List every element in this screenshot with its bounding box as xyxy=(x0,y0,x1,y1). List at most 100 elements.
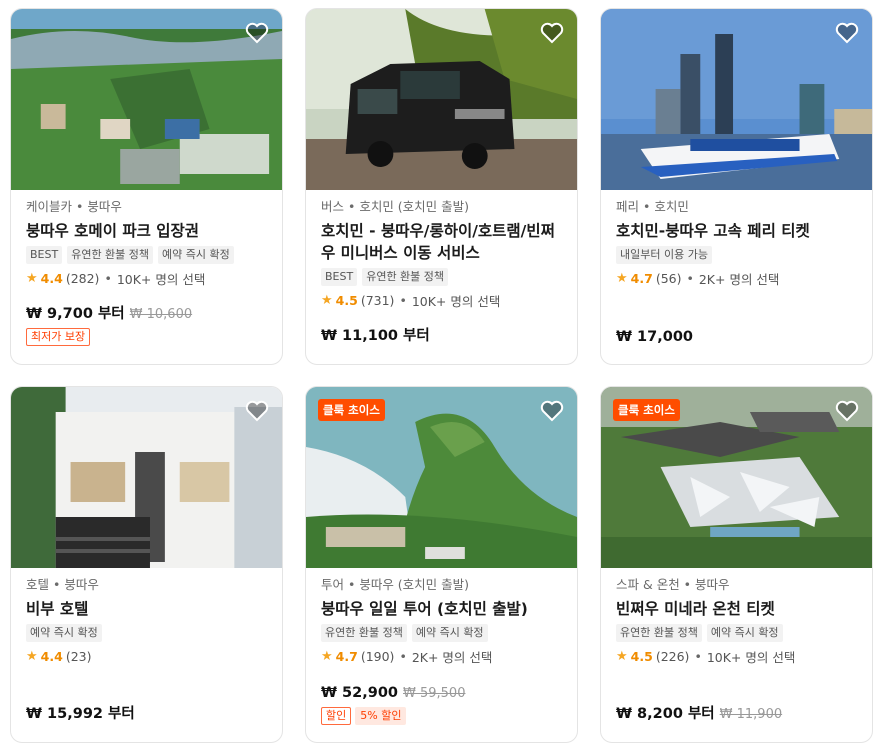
booked-count: 2K+ 명의 선택 xyxy=(698,271,780,287)
card-category: 페리 • 호치민 xyxy=(616,199,689,214)
separator-dot: • xyxy=(104,270,112,286)
review-count: (190) xyxy=(360,648,395,664)
card-title[interactable]: 붕따우 일일 투어 (호치민 출발) xyxy=(321,598,562,620)
rating-score: 4.5 xyxy=(335,292,358,308)
discount-percent: 5% 할인 xyxy=(355,707,407,725)
price: ₩ 17,000 xyxy=(616,329,693,345)
separator-dot: • xyxy=(399,648,407,664)
rating-score: 4.7 xyxy=(335,648,358,664)
product-image: 클룩 초이스 xyxy=(601,387,872,568)
wishlist-heart-icon[interactable] xyxy=(244,399,270,423)
card-category: 버스 • 호치민 (호치민 출발) xyxy=(321,199,470,214)
tag: 예약 즉시 확정 xyxy=(706,624,783,642)
product-image xyxy=(11,9,282,190)
tag: BEST xyxy=(26,246,63,264)
product-card[interactable]: 케이블카 • 붕따우 붕따우 호메이 파크 입장권 BEST 유연한 환불 정책… xyxy=(10,8,283,365)
star-icon: ★ xyxy=(321,292,333,308)
price-row: ₩ 8,200 부터 ₩ 11,900 xyxy=(616,702,782,723)
product-card[interactable]: 버스 • 호치민 (호치민 출발) 호치민 - 붕따우/롱하이/호트램/빈쩌우 … xyxy=(305,8,578,365)
wishlist-heart-icon[interactable] xyxy=(834,399,860,423)
rating-row: ★ 4.7 (190) • 2K+ 명의 선택 xyxy=(321,647,562,665)
card-title[interactable]: 빈쩌우 미네라 온천 티켓 xyxy=(616,598,857,620)
tag: 유연한 환불 정책 xyxy=(362,268,449,286)
product-image xyxy=(601,9,872,190)
star-icon: ★ xyxy=(26,270,38,286)
price-row: ₩ 9,700 부터 ₩ 10,600 xyxy=(26,302,192,323)
booked-count: 2K+ 명의 선택 xyxy=(411,649,493,665)
best-price-badge: 최저가 보장 xyxy=(26,328,91,346)
card-title[interactable]: 호치민 - 붕따우/롱하이/호트램/빈쩌우 미니버스 이동 서비스 xyxy=(321,220,562,264)
tag-list: BEST 유연한 환불 정책 xyxy=(321,268,562,286)
original-price: ₩ 10,600 xyxy=(129,307,193,322)
rating-score: 4.4 xyxy=(40,270,63,286)
price-row: ₩ 52,900 ₩ 59,500 xyxy=(321,685,465,701)
tag-list: 유연한 환불 정책 예약 즉시 확정 xyxy=(616,624,857,642)
card-title[interactable]: 붕따우 호메이 파크 입장권 xyxy=(26,220,267,242)
original-price: ₩ 59,500 xyxy=(403,686,466,701)
rating-row: ★ 4.4 (282) • 10K+ 명의 선택 xyxy=(26,269,267,287)
card-title[interactable]: 호치민-붕따우 고속 페리 티켓 xyxy=(616,220,857,242)
price: ₩ 15,992 부터 xyxy=(26,706,135,722)
wishlist-heart-icon[interactable] xyxy=(539,399,565,423)
price: ₩ 11,100 부터 xyxy=(321,328,430,344)
product-image: 클룩 초이스 xyxy=(306,387,577,568)
tag: 내일부터 이용 가능 xyxy=(616,246,712,264)
klook-choice-badge: 클룩 초이스 xyxy=(613,399,680,421)
star-icon: ★ xyxy=(321,648,333,664)
review-count: (731) xyxy=(360,292,395,308)
price-row: ₩ 15,992 부터 xyxy=(26,702,135,723)
rating-score: 4.5 xyxy=(630,648,653,664)
tag: 예약 즉시 확정 xyxy=(26,624,102,642)
product-image xyxy=(11,387,282,568)
wishlist-heart-icon[interactable] xyxy=(539,21,565,45)
tag: 유연한 환불 정책 xyxy=(616,624,702,642)
klook-choice-badge: 클룩 초이스 xyxy=(318,399,385,421)
rating-score: 4.7 xyxy=(630,270,653,286)
product-card[interactable]: 호텔 • 붕따우 비부 호텔 예약 즉시 확정 ★ 4.4 (23) ₩ 15,… xyxy=(10,386,283,743)
card-category: 케이블카 • 붕따우 xyxy=(26,199,122,214)
rating-row: ★ 4.4 (23) xyxy=(26,647,267,665)
rating-row: ★ 4.7 (56) • 2K+ 명의 선택 xyxy=(616,269,857,287)
original-price: ₩ 11,900 xyxy=(719,707,783,722)
card-title[interactable]: 비부 호텔 xyxy=(26,598,267,620)
price-row: ₩ 11,100 부터 xyxy=(321,324,430,345)
product-card[interactable]: 클룩 초이스 스파 & 온천 • 붕따우 빈쩌우 미네라 온천 티켓 유연한 환… xyxy=(600,386,873,743)
tag: 유연한 환불 정책 xyxy=(67,246,154,264)
price-row: ₩ 17,000 xyxy=(616,329,693,345)
booked-count: 10K+ 명의 선택 xyxy=(116,271,206,287)
price: ₩ 8,200 부터 xyxy=(616,706,715,722)
rating-row: ★ 4.5 (731) • 10K+ 명의 선택 xyxy=(321,291,562,309)
star-icon: ★ xyxy=(616,270,628,286)
rating-score: 4.4 xyxy=(40,648,63,664)
booked-count: 10K+ 명의 선택 xyxy=(706,649,796,665)
price: ₩ 9,700 부터 xyxy=(26,306,125,322)
wishlist-heart-icon[interactable] xyxy=(834,21,860,45)
wishlist-heart-icon[interactable] xyxy=(244,21,270,45)
product-card[interactable]: 클룩 초이스 투어 • 붕따우 (호치민 출발) 붕따우 일일 투어 (호치민 … xyxy=(305,386,578,743)
tag-list: 내일부터 이용 가능 xyxy=(616,246,857,264)
review-count: (226) xyxy=(655,648,690,664)
product-card[interactable]: 페리 • 호치민 호치민-붕따우 고속 페리 티켓 내일부터 이용 가능 ★ 4… xyxy=(600,8,873,365)
rating-row: ★ 4.5 (226) • 10K+ 명의 선택 xyxy=(616,647,857,665)
separator-dot: • xyxy=(686,270,694,286)
booked-count: 10K+ 명의 선택 xyxy=(411,293,501,309)
tag-list: 예약 즉시 확정 xyxy=(26,624,267,642)
separator-dot: • xyxy=(694,648,702,664)
separator-dot: • xyxy=(399,292,407,308)
card-category: 스파 & 온천 • 붕따우 xyxy=(616,577,730,592)
card-category: 투어 • 붕따우 (호치민 출발) xyxy=(321,577,470,592)
review-count: (23) xyxy=(65,648,92,664)
star-icon: ★ xyxy=(616,648,628,664)
sale-label: 할인 xyxy=(321,707,352,725)
price: ₩ 52,900 xyxy=(321,685,398,701)
tag: BEST xyxy=(321,268,358,286)
review-count: (56) xyxy=(655,270,682,286)
tag: 예약 즉시 확정 xyxy=(158,246,234,264)
card-category: 호텔 • 붕따우 xyxy=(26,577,99,592)
product-image xyxy=(306,9,577,190)
tag-list: 유연한 환불 정책 예약 즉시 확정 xyxy=(321,624,562,642)
review-count: (282) xyxy=(65,270,100,286)
tag: 예약 즉시 확정 xyxy=(411,624,488,642)
tag-list: BEST 유연한 환불 정책 예약 즉시 확정 xyxy=(26,246,267,264)
star-icon: ★ xyxy=(26,648,38,664)
